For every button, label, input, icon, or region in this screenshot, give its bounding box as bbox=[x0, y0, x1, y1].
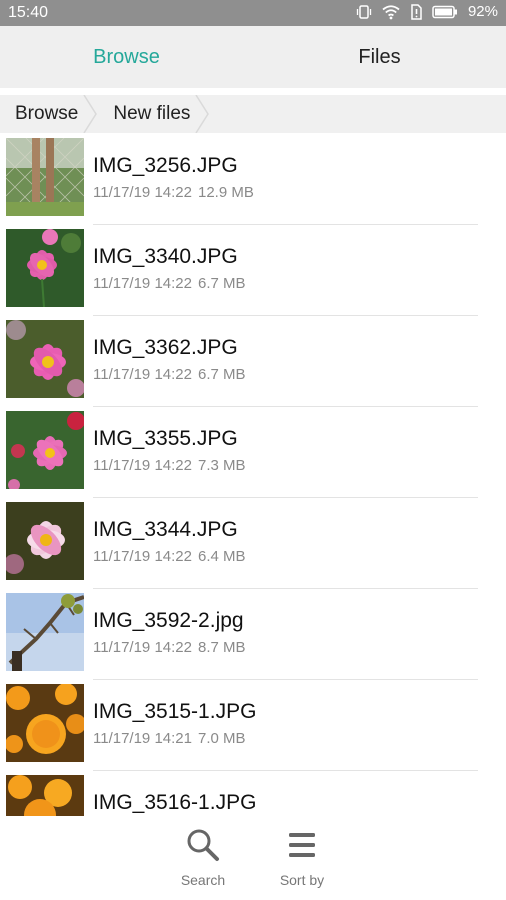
file-meta: 11/17/19 14:22 7.3 MB bbox=[93, 457, 246, 474]
breadcrumb-chevron-icon bbox=[195, 95, 210, 133]
sim-alert-icon bbox=[411, 3, 422, 20]
file-meta: 11/17/19 14:22 6.4 MB bbox=[93, 548, 246, 565]
file-size: 8.7 MB bbox=[197, 639, 246, 656]
thumbnail-image bbox=[6, 502, 84, 580]
file-name: IMG_3340.JPG bbox=[93, 245, 238, 268]
sort-by-button[interactable]: Sort by bbox=[262, 828, 342, 888]
breadcrumb: Browse New files bbox=[0, 95, 506, 133]
file-row[interactable]: IMG_3516-1.JPG bbox=[0, 771, 506, 816]
file-row[interactable]: IMG_3256.JPG 11/17/19 14:22 12.9 MB bbox=[0, 134, 506, 225]
file-row[interactable]: IMG_3515-1.JPG 11/17/19 14:21 7.0 MB bbox=[0, 680, 506, 771]
breadcrumb-chevron-icon bbox=[83, 95, 98, 133]
status-icons: 92% bbox=[356, 3, 498, 20]
status-time: 15:40 bbox=[8, 4, 49, 21]
thumbnail-image bbox=[6, 320, 84, 398]
file-name: IMG_3256.JPG bbox=[93, 154, 238, 177]
thumbnail-image bbox=[6, 775, 84, 816]
file-size: 6.7 MB bbox=[197, 275, 246, 292]
file-name: IMG_3515-1.JPG bbox=[93, 700, 257, 723]
file-date: 11/17/19 14:22 bbox=[93, 639, 192, 656]
battery-icon bbox=[432, 5, 457, 18]
thumbnail-image bbox=[6, 593, 84, 671]
status-bar: 15:40 92% bbox=[0, 0, 506, 26]
breadcrumb-new-files-label: New files bbox=[113, 103, 191, 124]
vibrate-icon bbox=[356, 4, 372, 19]
file-meta: 11/17/19 14:22 8.7 MB bbox=[93, 639, 246, 656]
tab-browse[interactable]: Browse bbox=[0, 26, 253, 88]
thumbnail-image bbox=[6, 411, 84, 489]
file-date: 11/17/19 14:22 bbox=[93, 275, 192, 292]
tab-files[interactable]: Files bbox=[253, 26, 506, 88]
breadcrumb-browse[interactable]: Browse bbox=[0, 95, 82, 133]
file-name: IMG_3516-1.JPG bbox=[93, 791, 257, 814]
file-date: 11/17/19 14:22 bbox=[93, 457, 192, 474]
file-row[interactable]: IMG_3362.JPG 11/17/19 14:22 6.7 MB bbox=[0, 316, 506, 407]
file-name: IMG_3362.JPG bbox=[93, 336, 238, 359]
file-size: 6.7 MB bbox=[197, 366, 246, 383]
file-date: 11/17/19 14:22 bbox=[93, 548, 192, 565]
breadcrumb-new-files[interactable]: New files bbox=[98, 95, 194, 133]
search-label: Search bbox=[180, 872, 226, 888]
sort-by-label: Sort by bbox=[279, 872, 325, 888]
file-size: 6.4 MB bbox=[197, 548, 246, 565]
file-size: 7.3 MB bbox=[197, 457, 246, 474]
file-meta: 11/17/19 14:22 6.7 MB bbox=[93, 275, 246, 292]
wifi-icon bbox=[382, 4, 400, 19]
bottom-bar: Search Sort by bbox=[0, 816, 506, 900]
breadcrumb-browse-label: Browse bbox=[15, 103, 79, 124]
file-name: IMG_3355.JPG bbox=[93, 427, 238, 450]
file-date: 11/17/19 14:21 bbox=[93, 730, 192, 747]
file-date: 11/17/19 14:22 bbox=[93, 366, 192, 383]
search-icon bbox=[187, 829, 219, 861]
file-meta: 11/17/19 14:21 7.0 MB bbox=[93, 730, 246, 747]
thumbnail-image bbox=[6, 138, 84, 216]
file-meta: 11/17/19 14:22 12.9 MB bbox=[93, 184, 254, 201]
file-size: 12.9 MB bbox=[197, 184, 254, 201]
file-row[interactable]: IMG_3592-2.jpg 11/17/19 14:22 8.7 MB bbox=[0, 589, 506, 680]
file-name: IMG_3344.JPG bbox=[93, 518, 238, 541]
search-button[interactable]: Search bbox=[163, 828, 243, 888]
tab-bar: Browse Files bbox=[0, 26, 506, 88]
thumbnail-image bbox=[6, 229, 84, 307]
thumbnail-image bbox=[6, 684, 84, 762]
file-row[interactable]: IMG_3355.JPG 11/17/19 14:22 7.3 MB bbox=[0, 407, 506, 498]
file-row[interactable]: IMG_3340.JPG 11/17/19 14:22 6.7 MB bbox=[0, 225, 506, 316]
file-meta: 11/17/19 14:22 6.7 MB bbox=[93, 366, 246, 383]
battery-percent: 92% bbox=[467, 3, 498, 20]
file-date: 11/17/19 14:22 bbox=[93, 184, 192, 201]
file-size: 7.0 MB bbox=[197, 730, 246, 747]
file-name: IMG_3592-2.jpg bbox=[93, 609, 244, 632]
file-row[interactable]: IMG_3344.JPG 11/17/19 14:22 6.4 MB bbox=[0, 498, 506, 589]
menu-icon bbox=[289, 833, 315, 857]
file-list: IMG_3256.JPG 11/17/19 14:22 12.9 MB IMG_… bbox=[0, 134, 506, 816]
